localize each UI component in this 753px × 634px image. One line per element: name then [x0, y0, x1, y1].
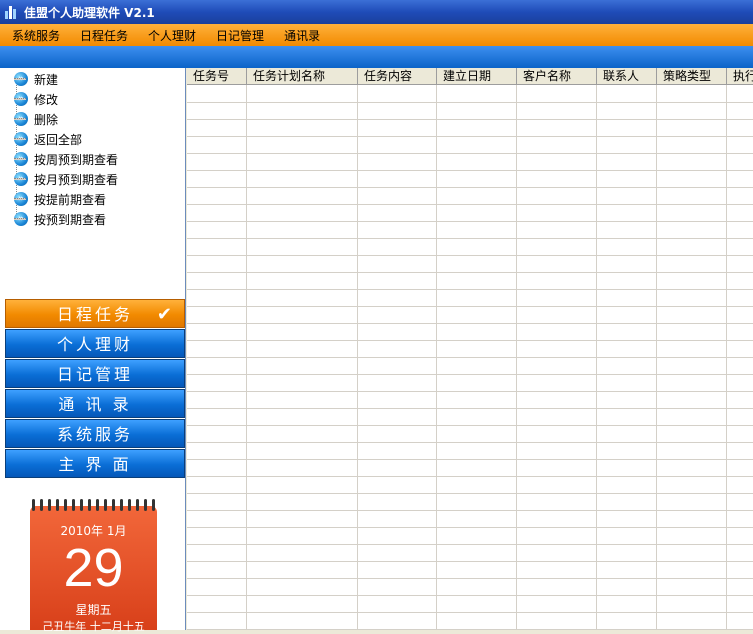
title-bar: 佳盟个人助理软件 V2.1 [0, 0, 753, 24]
tree-item-due[interactable]: »按预到期查看 [14, 209, 106, 229]
tree-label: 按周预到期查看 [34, 152, 119, 167]
grid-row-line [187, 408, 753, 409]
nav-system-button[interactable]: 系统服务 [5, 419, 185, 448]
calendar-rings [30, 499, 157, 511]
nav-label: 系统服务 [56, 425, 133, 444]
grid-row-line [187, 527, 753, 528]
grid-row-line [187, 510, 753, 511]
column-header-contact[interactable]: 联系人 [597, 68, 657, 85]
tree-label: 按月预到期查看 [34, 172, 119, 187]
grid-row-line [187, 425, 753, 426]
grid-row-line [187, 119, 753, 120]
tree-item-edit[interactable]: »修改 [14, 89, 58, 109]
menu-finance[interactable]: 个人理财 [140, 27, 204, 44]
nav-finance-button[interactable]: 个人理财 [5, 329, 185, 358]
tree-label: 修改 [34, 92, 59, 107]
calendar-lunar-date: 己丑牛年 十二月十五 [42, 620, 145, 633]
calendar-widget: 2010年 1月 29 星期五 己丑牛年 十二月十五 [30, 499, 157, 633]
grid-row-line [187, 357, 753, 358]
grid-row-line [187, 289, 753, 290]
tree-label: 新建 [34, 72, 59, 87]
nav-home-button[interactable]: 主 界 面 [5, 449, 185, 478]
tree-item-show-all[interactable]: »返回全部 [14, 129, 82, 149]
grid-row-line [187, 136, 753, 137]
tree-label: 按预到期查看 [34, 212, 107, 227]
nav-label: 通 讯 录 [58, 395, 132, 414]
grid-row-line [187, 391, 753, 392]
tree-label: 按提前期查看 [34, 192, 107, 207]
tree-item-week-due[interactable]: »按周预到期查看 [14, 149, 118, 169]
menu-bar: 系统服务 日程任务 个人理财 日记管理 通讯录 [0, 24, 753, 46]
tree-label: 返回全部 [34, 132, 83, 147]
grid-row-line [187, 323, 753, 324]
menu-schedule[interactable]: 日程任务 [72, 27, 136, 44]
nav-label: 日程任务 [56, 305, 133, 324]
calendar-day: 29 [63, 538, 124, 598]
grid-row-line [187, 221, 753, 222]
grid-row-line [187, 374, 753, 375]
grid-row-line [187, 306, 753, 307]
nav-diary-button[interactable]: 日记管理 [5, 359, 185, 388]
grid-row-line [187, 612, 753, 613]
column-header-created-date[interactable]: 建立日期 [437, 68, 517, 85]
nav-label: 主 界 面 [58, 455, 132, 474]
menu-contacts[interactable]: 通讯录 [276, 27, 328, 44]
tree-item-new[interactable]: »新建 [14, 69, 58, 89]
grid-row-line [187, 459, 753, 460]
tree-item-delete[interactable]: »删除 [14, 109, 58, 129]
menu-system[interactable]: 系统服务 [4, 27, 68, 44]
grid-row-line [187, 578, 753, 579]
grid-row-line [187, 102, 753, 103]
toolbar-band [0, 46, 753, 68]
column-header-content[interactable]: 任务内容 [358, 68, 437, 85]
grid-row-line [187, 595, 753, 596]
tree-item-month-due[interactable]: »按月预到期查看 [14, 169, 118, 189]
column-header-execute[interactable]: 执行 [727, 68, 753, 85]
grid-row-line [187, 544, 753, 545]
sidebar: »新建 »修改 »删除 »返回全部 »按周预到期查看 »按月预到期查看 »按提前… [0, 68, 186, 633]
window-title: 佳盟个人助理软件 V2.1 [24, 5, 155, 20]
column-header-strategy[interactable]: 策略类型 [657, 68, 727, 85]
app-icon [5, 5, 19, 19]
nav-label: 日记管理 [56, 365, 133, 384]
column-header-task-id[interactable]: 任务号 [187, 68, 247, 85]
grid-row-line [187, 476, 753, 477]
grid-row-line [187, 272, 753, 273]
checkmark-icon: ✔ [156, 304, 172, 325]
nav-schedule-button[interactable]: 日程任务 ✔ [5, 299, 185, 328]
grid-row-line [187, 170, 753, 171]
calendar-weekday: 星期五 [75, 603, 112, 617]
grid-row-line [187, 255, 753, 256]
nav-label: 个人理财 [56, 335, 133, 354]
grid-row-line [187, 493, 753, 494]
grid-row-line [187, 238, 753, 239]
column-header-plan-name[interactable]: 任务计划名称 [247, 68, 358, 85]
grid-row-line [187, 340, 753, 341]
nav-contacts-button[interactable]: 通 讯 录 [5, 389, 185, 418]
grid-row-line [187, 204, 753, 205]
tree-label: 删除 [34, 112, 59, 127]
menu-diary[interactable]: 日记管理 [208, 27, 272, 44]
action-tree: »新建 »修改 »删除 »返回全部 »按周预到期查看 »按月预到期查看 »按提前… [0, 68, 184, 298]
task-table[interactable]: 任务号 任务计划名称 任务内容 建立日期 客户名称 联系人 策略类型 执行 [187, 68, 753, 630]
grid-row-line [187, 153, 753, 154]
grid-row-line [187, 442, 753, 443]
grid-row-line [187, 561, 753, 562]
grid-row-line [187, 187, 753, 188]
tree-item-lead-time[interactable]: »按提前期查看 [14, 189, 106, 209]
column-header-client[interactable]: 客户名称 [517, 68, 597, 85]
